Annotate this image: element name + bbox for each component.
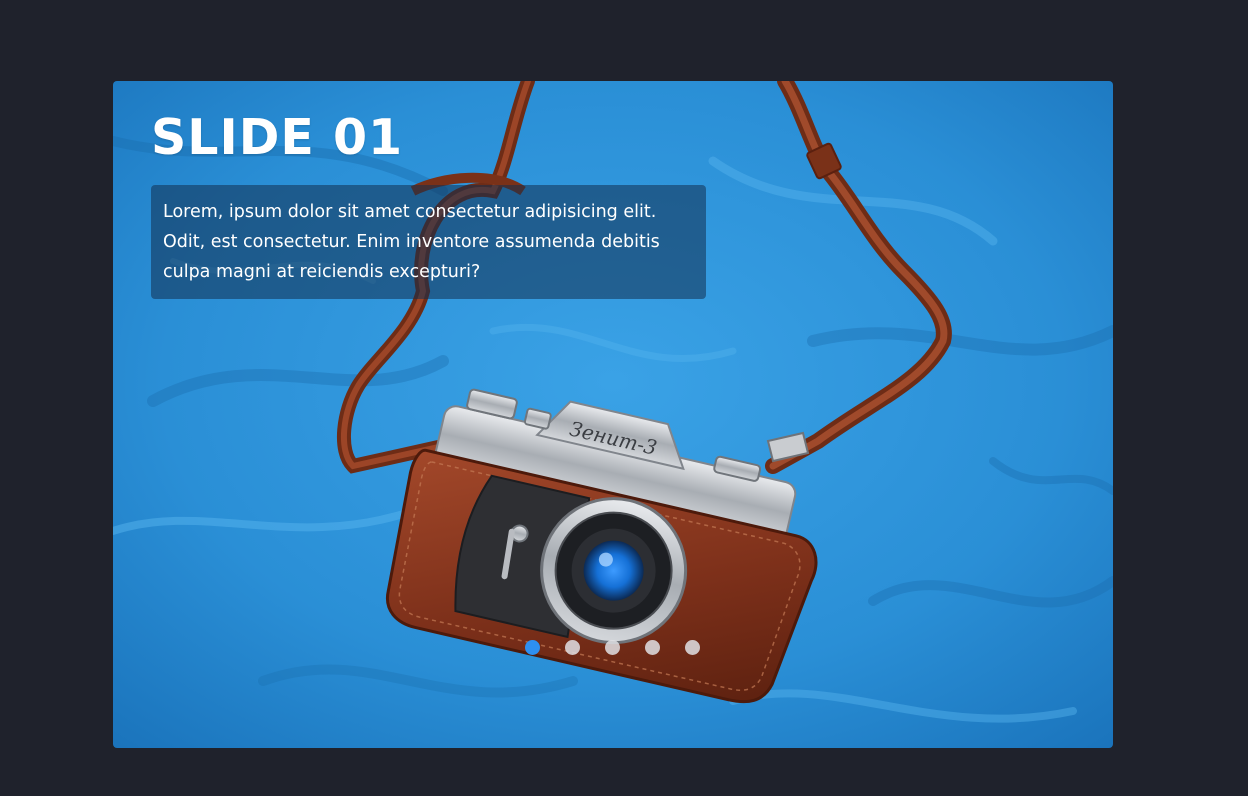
- pagination-dot-3[interactable]: [605, 640, 620, 655]
- pagination-dot-1[interactable]: [525, 640, 540, 655]
- pagination-dot-4[interactable]: [645, 640, 660, 655]
- slider-pagination: [525, 640, 700, 655]
- image-slider[interactable]: Зенит-3 SLIDE 01 Lorem, ipsum dolor sit …: [113, 81, 1113, 748]
- pagination-dot-2[interactable]: [565, 640, 580, 655]
- slide-description: Lorem, ipsum dolor sit amet consectetur …: [151, 185, 706, 299]
- slide-title: SLIDE 01: [151, 109, 404, 166]
- pagination-dot-5[interactable]: [685, 640, 700, 655]
